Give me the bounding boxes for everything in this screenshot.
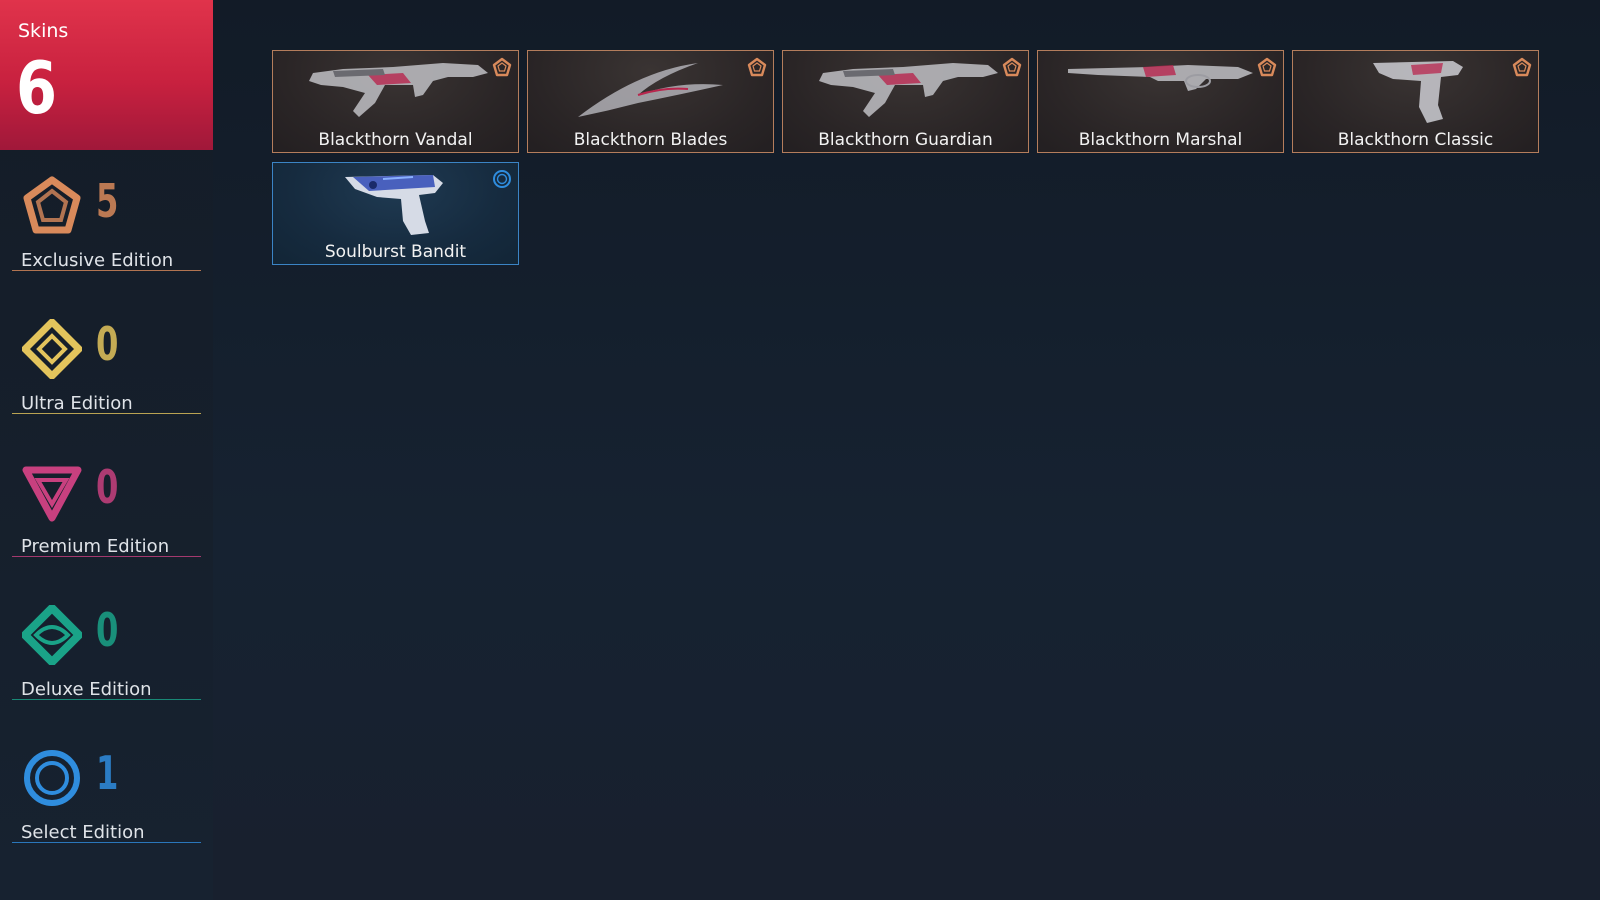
rifle-icon — [783, 51, 1028, 131]
tier-label: Select Edition — [21, 822, 145, 843]
total-skins-label: Skins — [18, 20, 69, 42]
pistol-icon — [273, 163, 518, 243]
skin-card[interactable]: Soulburst Bandit — [272, 162, 519, 265]
skin-name: Blackthorn Guardian — [818, 130, 993, 150]
premium-edition-icon — [22, 462, 82, 522]
skin-name: Blackthorn Marshal — [1078, 130, 1243, 150]
skin-name: Blackthorn Blades — [573, 130, 728, 150]
skin-card[interactable]: Blackthorn Guardian — [782, 50, 1029, 153]
skin-card[interactable]: Blackthorn Blades — [527, 50, 774, 153]
tier-select[interactable]: 1 Select Edition — [12, 742, 201, 843]
exclusive-edition-icon — [492, 57, 512, 77]
ultra-edition-icon — [21, 318, 83, 380]
exclusive-edition-icon — [1512, 57, 1532, 77]
skin-name: Blackthorn Classic — [1337, 130, 1494, 150]
tier-ultra[interactable]: 0 Ultra Edition — [12, 313, 201, 414]
skin-name: Soulburst Bandit — [324, 242, 467, 262]
tier-divider — [12, 413, 201, 414]
tier-divider — [12, 842, 201, 843]
total-skins-card: Skins 6 — [0, 0, 213, 150]
tier-label: Premium Edition — [21, 536, 170, 557]
pistol-icon — [1293, 51, 1538, 131]
sniper-icon — [1038, 51, 1283, 131]
select-edition-icon — [492, 169, 512, 189]
tier-label: Ultra Edition — [21, 393, 133, 414]
skin-card[interactable]: Blackthorn Vandal — [272, 50, 519, 153]
exclusive-edition-icon — [1002, 57, 1022, 77]
total-skins-count: 6 — [16, 46, 58, 130]
tier-count: 1 — [96, 746, 119, 800]
exclusive-edition-icon — [22, 176, 82, 236]
tier-count: 5 — [96, 174, 119, 228]
tier-divider — [12, 699, 201, 700]
tier-exclusive[interactable]: 5 Exclusive Edition — [12, 170, 201, 271]
blade-icon — [528, 51, 773, 131]
deluxe-edition-icon — [21, 604, 83, 666]
skin-card[interactable]: Blackthorn Marshal — [1037, 50, 1284, 153]
tier-count: 0 — [96, 460, 119, 514]
tier-count: 0 — [96, 603, 119, 657]
tier-label: Deluxe Edition — [21, 679, 152, 700]
skin-name: Blackthorn Vandal — [318, 130, 473, 150]
exclusive-edition-icon — [747, 57, 767, 77]
tier-deluxe[interactable]: 0 Deluxe Edition — [12, 599, 201, 700]
tier-label: Exclusive Edition — [21, 250, 174, 271]
rifle-icon — [273, 51, 518, 131]
sidebar: Skins 6 5 Exclusive Edition 0 Ultra Edit… — [0, 0, 213, 900]
exclusive-edition-icon — [1257, 57, 1277, 77]
tier-divider — [12, 556, 201, 557]
select-edition-icon — [22, 748, 82, 808]
skin-card[interactable]: Blackthorn Classic — [1292, 50, 1539, 153]
tier-premium[interactable]: 0 Premium Edition — [12, 456, 201, 557]
tier-count: 0 — [96, 317, 119, 371]
tier-divider — [12, 270, 201, 271]
